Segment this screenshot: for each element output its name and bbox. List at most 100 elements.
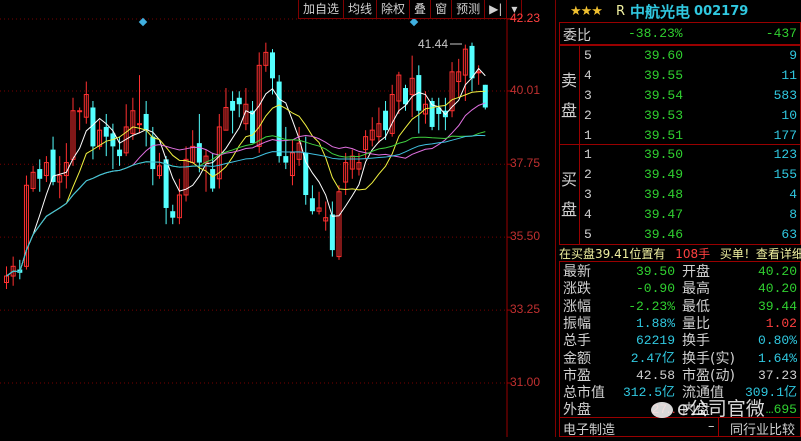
play-end-icon[interactable]: ▶| bbox=[485, 0, 508, 18]
price: 39.54 bbox=[644, 88, 684, 103]
candle-body bbox=[469, 45, 475, 79]
price: 39.53 bbox=[644, 108, 684, 123]
forecast-button[interactable]: 预测 bbox=[452, 0, 486, 18]
price: 39.47 bbox=[644, 207, 684, 222]
peer-compare-button[interactable]: 同行业比较 bbox=[730, 419, 795, 438]
stat-label: 总市值 bbox=[563, 385, 605, 402]
stat-value: 37.23 bbox=[757, 367, 797, 383]
stat-label: 最新 bbox=[563, 264, 591, 280]
price: 39.55 bbox=[644, 68, 684, 83]
buy-row[interactable]: 3 39.48 4 bbox=[560, 187, 800, 207]
candle-body bbox=[210, 169, 216, 189]
window-button[interactable]: 窗 bbox=[431, 0, 453, 18]
add-watchlist-button[interactable]: 加自选 bbox=[299, 0, 345, 18]
overlay-button[interactable]: 叠 bbox=[410, 0, 432, 18]
kline-chart[interactable]: 加自选 均线 除权 叠 窗 预测 ▶| ▾ 42.23 40.01 37.75 35.… bbox=[0, 0, 555, 437]
candle-body bbox=[150, 136, 156, 170]
stat-label: 量比 bbox=[682, 315, 710, 332]
price-axis-label: 37.75 bbox=[510, 156, 541, 171]
candle-body bbox=[283, 156, 289, 163]
volume: 177 bbox=[773, 128, 797, 143]
stat-value: 2.47亿 bbox=[630, 350, 675, 366]
buy-row[interactable]: 2 39.49 155 bbox=[560, 167, 800, 187]
stock-title: ★★★ R 中航光电 002179 bbox=[556, 0, 801, 22]
candle-body bbox=[143, 113, 149, 131]
stat-label: 金额 bbox=[563, 350, 591, 367]
candle-body bbox=[250, 110, 256, 144]
notice-detail-link[interactable]: 买单！查看详细 bbox=[720, 247, 801, 261]
stat-value: -0.90 bbox=[635, 281, 675, 297]
industry-change: – bbox=[708, 419, 715, 434]
level: 3 bbox=[584, 88, 592, 103]
price-axis-label: 42.23 bbox=[510, 11, 541, 25]
stat-label: 最低 bbox=[682, 298, 710, 315]
stat-value: 1.64% bbox=[757, 350, 797, 366]
sell-row[interactable]: 2 39.53 10 bbox=[560, 108, 800, 128]
stock-code: 002179 bbox=[694, 3, 749, 19]
sell-row[interactable]: 3 39.54 583 bbox=[560, 88, 800, 108]
sell-book: 卖盘 5 39.60 9 4 39.55 11 3 39.54 583 2 39.53 10 1 39.5… bbox=[559, 45, 801, 145]
stat-value: 39.50 bbox=[635, 264, 675, 279]
weibi-diff: -437 bbox=[765, 26, 797, 41]
candle-body bbox=[230, 101, 236, 111]
price: 39.50 bbox=[644, 147, 684, 162]
stat-label: 换手 bbox=[682, 333, 710, 350]
rating-stars-icon: ★★★ bbox=[570, 3, 603, 19]
sell-row[interactable]: 4 39.55 11 bbox=[560, 68, 800, 88]
buy-book: 买盘 1 39.50 123 2 39.49 155 3 39.48 4 4 39.47 8 5 39.4… bbox=[559, 145, 801, 245]
level: 4 bbox=[584, 207, 592, 222]
price-axis-label: 33.25 bbox=[510, 302, 541, 317]
volume: 123 bbox=[773, 147, 797, 162]
candle-body bbox=[303, 152, 309, 196]
weibi-pct: -38.23% bbox=[628, 26, 683, 41]
candle-body bbox=[163, 159, 169, 208]
volume: 10 bbox=[781, 108, 797, 123]
buy-row[interactable]: 1 39.50 123 bbox=[560, 147, 800, 167]
stat-value: 40.20 bbox=[757, 281, 797, 297]
wechat-icon bbox=[651, 401, 673, 418]
candle-body bbox=[309, 198, 315, 212]
stock-name[interactable]: 中航光电 bbox=[630, 1, 690, 22]
sell-row[interactable]: 5 39.60 9 bbox=[560, 48, 800, 68]
candle-body bbox=[137, 123, 142, 126]
price: 39.49 bbox=[644, 167, 684, 182]
stat-value: -2.23% bbox=[628, 298, 675, 314]
stat-label: 开盘 bbox=[682, 264, 710, 280]
stat-value: …695 bbox=[765, 402, 797, 418]
stat-label: 总手 bbox=[563, 333, 591, 350]
candle-body bbox=[103, 126, 109, 137]
price-axis-label: 35.50 bbox=[510, 229, 541, 244]
buy-row[interactable]: 5 39.46 63 bbox=[560, 227, 800, 247]
price: 39.48 bbox=[644, 187, 684, 202]
stat-label: 涨幅 bbox=[563, 298, 591, 315]
level: 2 bbox=[584, 167, 592, 182]
high-marker-label: 41.44 bbox=[418, 37, 449, 51]
price-axis-label: 40.01 bbox=[510, 82, 541, 97]
stat-value: 62219 bbox=[635, 333, 675, 349]
candle-body bbox=[236, 97, 242, 105]
level: 3 bbox=[584, 187, 592, 202]
chart-toolbar: 加自选 均线 除权 叠 窗 预测 ▶| ▾ bbox=[298, 0, 523, 19]
watermark: e公司官微 bbox=[651, 394, 765, 421]
buy-row[interactable]: 4 39.47 8 bbox=[560, 207, 800, 227]
big-order-notice[interactable]: 在买盘39.41位置有 108手 买单！查看详细 bbox=[559, 245, 801, 262]
volume: 583 bbox=[773, 88, 797, 103]
ex-rights-button[interactable]: 除权 bbox=[377, 0, 411, 18]
ma30-line bbox=[6, 131, 486, 277]
candle-body bbox=[77, 110, 83, 113]
candle-body bbox=[403, 88, 408, 105]
candle-body bbox=[329, 214, 335, 251]
level: 4 bbox=[584, 68, 592, 83]
stat-label: 换手(实) bbox=[682, 350, 735, 367]
flag-r: R bbox=[615, 3, 626, 19]
industry-link[interactable]: 电子制造 bbox=[563, 419, 615, 438]
candle-body bbox=[383, 110, 389, 131]
candle-body bbox=[476, 71, 482, 74]
ma60-line bbox=[6, 134, 486, 277]
notice-volume: 108手 bbox=[675, 247, 711, 261]
ma-button[interactable]: 均线 bbox=[344, 0, 378, 18]
stat-label: 市盈(动) bbox=[682, 367, 735, 384]
stat-label: 涨跌 bbox=[563, 281, 591, 298]
stat-label: 市盈 bbox=[563, 367, 591, 384]
volume: 63 bbox=[781, 227, 797, 242]
